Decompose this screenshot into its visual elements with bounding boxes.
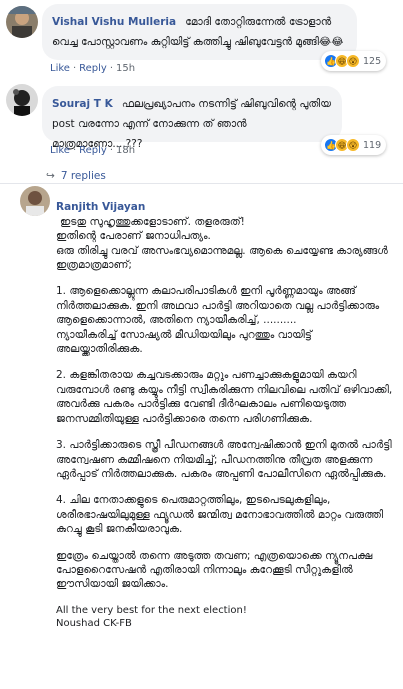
comment-bubble: Vishal Vishu Mulleria മോദി തോറ്റിരുന്നേൽ… — [42, 4, 357, 60]
comment-bubble: Souraj T K ഫലപ്രഖ്യാപനം നടന്നിട്ട് ഷിബുവ… — [42, 86, 342, 150]
reaction-summary[interactable]: 👍 😆 😮 125 — [321, 51, 387, 71]
comment-paragraph-4: 3. പാർട്ടിക്കാരുടെ സ്ത്രീ പീഡനങ്ങൾ അന്വേ… — [56, 439, 392, 480]
comment-actions: Like · Reply · 18h — [50, 145, 136, 156]
comment-1: Vishal Vishu Mulleria മോദി തോറ്റിരുന്നേൽ… — [0, 0, 403, 80]
comment-timestamp[interactable]: 15h — [116, 63, 135, 74]
divider — [0, 183, 403, 184]
comment-intro: ഇടതു സുഹൃത്തുക്കളോടാണ്. തളരരുത്! — [60, 215, 245, 228]
main-comment: Ranjith Vijayan ഇടതു സുഹൃത്തുക്കളോടാണ്. … — [56, 186, 400, 630]
comment-author[interactable]: Souraj T K — [52, 98, 113, 110]
comment-author[interactable]: Ranjith Vijayan — [56, 201, 145, 213]
reply-link[interactable]: Reply — [79, 63, 107, 74]
comment-signature: Noushad CK-FB — [56, 617, 132, 629]
like-link[interactable]: Like — [50, 63, 70, 74]
comment-paragraph-5: 4. ചില നേതാക്കളുടെ പെരുമാറ്റത്തിലും, ഇടപ… — [56, 494, 384, 536]
reaction-summary[interactable]: 👍 😆 😮 119 — [321, 135, 387, 155]
comment-timestamp[interactable]: 18h — [116, 145, 135, 156]
replies-count: 7 replies — [60, 170, 106, 182]
view-replies-link[interactable]: ↪ 7 replies — [46, 170, 106, 182]
reply-link[interactable]: Reply — [79, 145, 107, 156]
reaction-count: 125 — [363, 55, 382, 67]
wow-icon: 😮 — [346, 54, 360, 68]
avatar[interactable] — [6, 84, 38, 116]
comment-paragraph-6: ഇത്രേം ചെയ്താൽ തന്നെ അടുത്ത തവണ; എത്രയൊക… — [56, 549, 373, 591]
comment-paragraph-2: 1. ആളെക്കൊല്ലുന്ന കലാപരിപാടികൾ ഇനി പൂർണ്… — [56, 285, 380, 356]
comment-closing: All the very best for the next election! — [56, 604, 247, 616]
comment-2: Souraj T K ഫലപ്രഖ്യാപനം നടന്നിട്ട് ഷിബുവ… — [0, 82, 403, 162]
comment-paragraph-1: ഇതിന്റെ പേരാണ് ജനാധിപത്യം. ഒരു തിരിച്ചു … — [56, 230, 388, 272]
comment-author[interactable]: Vishal Vishu Mulleria — [52, 16, 176, 28]
avatar[interactable] — [20, 186, 50, 216]
wow-icon: 😮 — [346, 138, 360, 152]
avatar[interactable] — [6, 6, 38, 38]
comment-actions: Like · Reply · 15h — [50, 63, 136, 74]
reaction-count: 119 — [363, 139, 382, 151]
like-link[interactable]: Like — [50, 145, 70, 156]
reply-arrow-icon: ↪ — [46, 170, 55, 182]
comment-paragraph-3: 2. കളങ്കിതരായ കച്ചവടക്കാരും മറ്റും പണച്ച… — [56, 369, 393, 425]
